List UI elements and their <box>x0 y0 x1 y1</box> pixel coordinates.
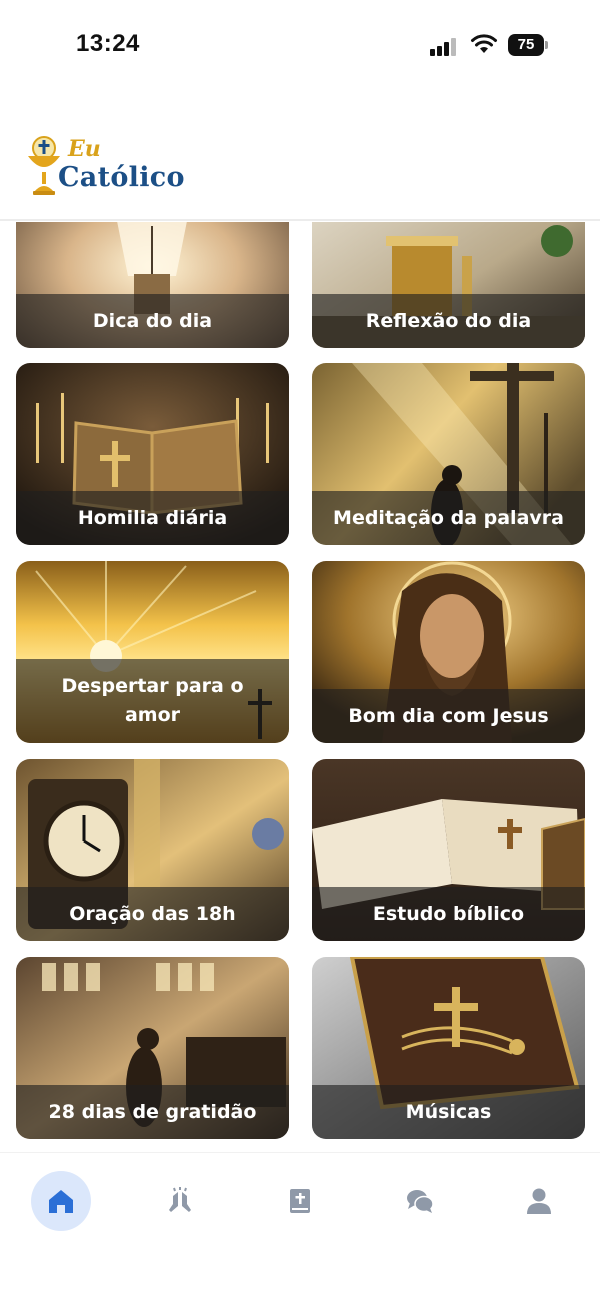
card-musicas[interactable]: Músicas <box>312 957 585 1139</box>
card-label-band: 28 dias de gratidão <box>16 1085 289 1139</box>
status-time: 13:24 <box>76 30 140 57</box>
battery-level: 75 <box>508 34 544 56</box>
nav-home[interactable] <box>31 1171 91 1231</box>
card-label-band: Homilia diária <box>16 491 289 545</box>
logo-text-eu: Eu <box>68 136 101 162</box>
card-28-dias-de-gratidao[interactable]: 28 dias de gratidão <box>16 957 289 1139</box>
praying-hands-icon <box>169 1187 191 1212</box>
card-reflexao-do-dia[interactable]: Reflexão do dia <box>312 222 585 348</box>
card-estudo-biblico[interactable]: Estudo bíblico <box>312 759 585 941</box>
status-bar: 13:24 75 <box>0 0 600 90</box>
card-label-band: Meditação da palavra <box>312 491 585 545</box>
bottom-nav <box>0 1152 600 1299</box>
card-label: Meditação da palavra <box>333 506 564 529</box>
nav-bible[interactable] <box>270 1171 330 1231</box>
wifi-icon <box>470 33 498 55</box>
card-label: Músicas <box>405 1100 492 1123</box>
user-icon <box>527 1188 551 1214</box>
card-label: Estudo bíblico <box>372 902 525 925</box>
content-grid: Dica do dia Reflexão do dia Homilia diár… <box>0 222 600 1150</box>
nav-chat[interactable] <box>390 1171 450 1231</box>
card-despertar-para-o-amor[interactable]: Despertar para o amor <box>16 561 289 743</box>
card-label-band: Bom dia com Jesus <box>312 689 585 743</box>
card-label: Reflexão do dia <box>365 309 532 332</box>
card-label: 28 dias de gratidão <box>48 1100 257 1123</box>
bible-icon <box>290 1189 310 1213</box>
app-header: Eu Católico <box>0 90 600 221</box>
card-label: Oração das 18h <box>69 902 236 925</box>
card-label-band: Oração das 18h <box>16 887 289 941</box>
card-label-band: Despertar para o amor <box>16 659 289 743</box>
card-homilia-diaria[interactable]: Homilia diária <box>16 363 289 545</box>
card-label-band: Reflexão do dia <box>312 294 585 348</box>
card-bom-dia-com-jesus[interactable]: Bom dia com Jesus <box>312 561 585 743</box>
cellular-signal-icon <box>430 36 460 56</box>
card-label: Dica do dia <box>92 309 213 332</box>
card-meditacao-da-palavra[interactable]: Meditação da palavra <box>312 363 585 545</box>
card-label: Despertar para o amor <box>61 675 244 726</box>
app-logo[interactable]: Eu Católico <box>24 134 204 200</box>
card-oracao-das-18h[interactable]: Oração das 18h <box>16 759 289 941</box>
card-label: Homilia diária <box>77 506 228 529</box>
nav-profile[interactable] <box>509 1171 569 1231</box>
card-label-band: Estudo bíblico <box>312 887 585 941</box>
battery-icon: 75 <box>508 34 548 56</box>
logo-text-catolico: Católico <box>58 162 185 193</box>
card-label-band: Dica do dia <box>16 294 289 348</box>
card-label-band: Músicas <box>312 1085 585 1139</box>
card-dica-do-dia[interactable]: Dica do dia <box>16 222 289 348</box>
chat-icon <box>407 1190 434 1213</box>
nav-prayers[interactable] <box>150 1171 210 1231</box>
card-label: Bom dia com Jesus <box>348 704 549 727</box>
home-icon <box>49 1190 73 1213</box>
